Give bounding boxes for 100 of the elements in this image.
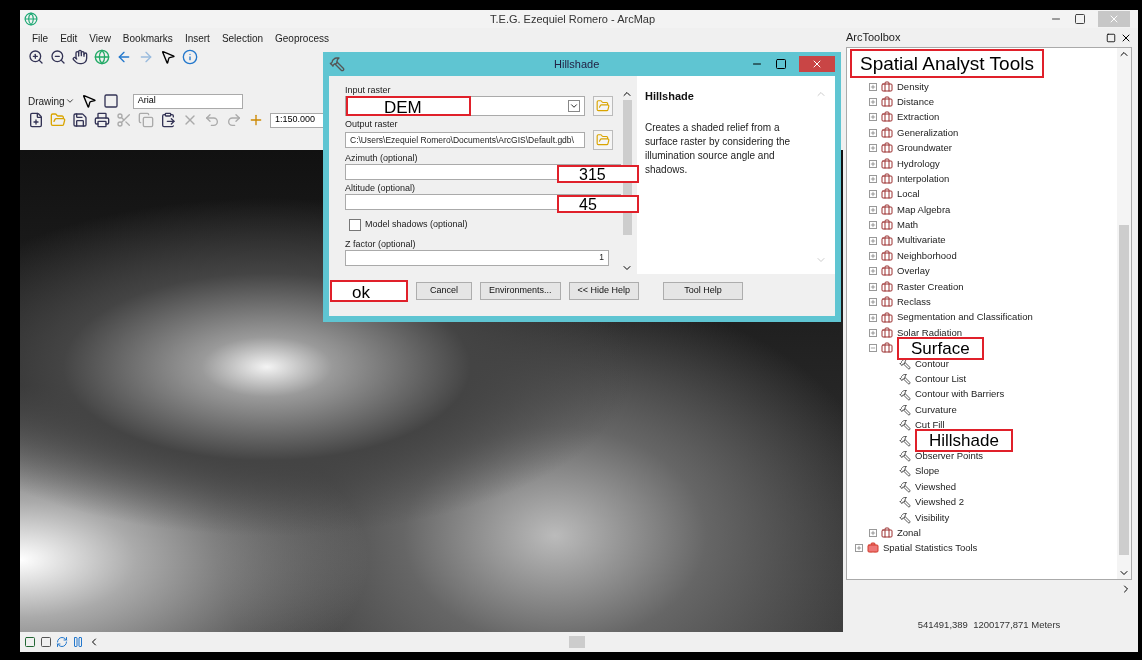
expand-toggle[interactable] xyxy=(869,282,877,291)
menu-item[interactable]: View xyxy=(89,30,111,46)
maximize-icon[interactable] xyxy=(775,58,787,70)
toolset-icon xyxy=(881,203,893,216)
tree-item[interactable]: Overlay xyxy=(897,264,930,279)
expand-toggle[interactable] xyxy=(869,529,877,537)
annotation-label: Surface xyxy=(897,336,984,360)
menu-item[interactable]: File xyxy=(32,30,49,46)
folder-button[interactable] xyxy=(593,96,613,116)
font-field[interactable]: Arial xyxy=(132,93,243,109)
tree-item[interactable]: Math xyxy=(897,218,919,233)
menu-item[interactable]: Selection xyxy=(221,30,264,46)
zoom-in-icon[interactable] xyxy=(28,49,44,65)
add-data-icon[interactable] xyxy=(248,112,264,128)
expand-toggle[interactable] xyxy=(869,175,877,184)
undo-icon[interactable] xyxy=(204,112,220,128)
tree-item[interactable]: Viewshed xyxy=(915,479,957,494)
expand-toggle[interactable] xyxy=(869,298,877,307)
folder-icon[interactable] xyxy=(50,112,66,128)
maximize-icon[interactable] xyxy=(1074,13,1086,25)
toolset-icon xyxy=(881,265,893,278)
tree-item[interactable]: Hydrology xyxy=(897,156,940,171)
expand-toggle[interactable] xyxy=(869,313,877,322)
save-icon[interactable] xyxy=(72,112,88,128)
tree-item[interactable]: Curvature xyxy=(915,402,957,417)
tree-item[interactable]: Zonal xyxy=(897,525,921,541)
tree-item[interactable]: Extraction xyxy=(897,110,940,125)
expand-toggle[interactable] xyxy=(869,205,877,214)
annotation-label: DEM xyxy=(346,96,471,116)
new-file-icon[interactable] xyxy=(28,112,44,128)
collapse-toggle[interactable] xyxy=(869,344,877,353)
refresh-icon[interactable] xyxy=(56,636,68,648)
dialog-button[interactable]: Tool Help xyxy=(663,282,744,300)
tree-item[interactable]: Raster Creation xyxy=(897,279,964,294)
info-icon[interactable] xyxy=(182,49,198,65)
close-icon xyxy=(811,58,823,70)
tree-item[interactable]: Map Algebra xyxy=(897,202,951,217)
tree-item[interactable]: Density xyxy=(897,79,929,94)
dialog-button[interactable]: << Hide Help xyxy=(568,282,640,300)
expand-toggle[interactable] xyxy=(869,252,877,260)
tree-item[interactable]: Spatial Statistics Tools xyxy=(883,541,978,556)
tree-item[interactable]: Distance xyxy=(897,94,934,110)
input-field[interactable]: C:\Users\Ezequiel Romero\Documents\ArcGIS\Default.gdb\ xyxy=(345,132,585,148)
dropdown-field[interactable]: DEM xyxy=(345,96,585,116)
menu-item[interactable]: Insert xyxy=(184,30,210,46)
tree-item[interactable]: Viewshed 2 xyxy=(915,495,964,510)
drawing-menu[interactable]: Drawing xyxy=(28,93,75,109)
print-icon[interactable] xyxy=(94,112,110,128)
globe-icon[interactable] xyxy=(94,49,110,65)
expand-toggle[interactable] xyxy=(869,98,877,107)
tree-item[interactable]: Contour with Barriers xyxy=(915,387,1005,402)
expand-toggle[interactable] xyxy=(869,267,877,276)
tree-item[interactable]: Local xyxy=(897,187,920,202)
app-icon xyxy=(24,12,38,26)
close-button[interactable] xyxy=(799,56,835,72)
expand-toggle[interactable] xyxy=(869,82,877,91)
dialog-button[interactable]: Environments... xyxy=(480,282,561,300)
scroll-thumb[interactable] xyxy=(622,100,632,235)
rectangle-icon[interactable] xyxy=(102,93,119,109)
tree-item[interactable]: Groundwater xyxy=(897,141,952,156)
maximize-icon[interactable] xyxy=(1106,32,1116,43)
copy-icon[interactable] xyxy=(138,112,154,128)
dialog-button[interactable]: Cancel xyxy=(416,282,472,300)
folder-button[interactable] xyxy=(593,130,613,150)
toolset-icon xyxy=(881,126,893,139)
tree-item[interactable]: Segmentation and Classification xyxy=(897,310,1033,325)
tree-item[interactable]: Neighborhood xyxy=(897,248,957,264)
expand-toggle[interactable] xyxy=(855,544,863,553)
tree-item[interactable]: Slope xyxy=(915,464,940,479)
expand-toggle[interactable] xyxy=(869,221,877,230)
tree-item[interactable]: Interpolation xyxy=(897,171,950,187)
hand-icon[interactable] xyxy=(72,49,88,65)
pause-icon[interactable] xyxy=(72,636,84,648)
expand-toggle[interactable] xyxy=(869,144,877,153)
toolset-icon xyxy=(881,311,893,324)
scroll-thumb[interactable] xyxy=(1119,225,1129,555)
tree-item[interactable]: Contour List xyxy=(915,372,967,387)
expand-toggle[interactable] xyxy=(869,328,877,337)
scroll-thumb[interactable] xyxy=(569,636,585,648)
tree-item[interactable]: Visibility xyxy=(915,510,950,525)
pointer-icon[interactable] xyxy=(160,49,176,65)
layout-icon[interactable] xyxy=(24,636,36,648)
expand-toggle[interactable] xyxy=(869,128,877,137)
menu-item[interactable]: Geoprocess xyxy=(275,30,329,46)
pointer-icon[interactable] xyxy=(80,93,97,109)
checkbox[interactable] xyxy=(349,218,361,231)
expand-toggle[interactable] xyxy=(869,236,877,245)
input-field[interactable]: 1 xyxy=(345,249,609,266)
tree-item[interactable]: Multivariate xyxy=(897,233,946,248)
expand-toggle[interactable] xyxy=(869,159,877,168)
tree-item[interactable]: Reclass xyxy=(897,295,931,310)
expand-toggle[interactable] xyxy=(869,190,877,199)
paste-icon[interactable] xyxy=(160,112,176,128)
menu-item[interactable]: Bookmarks xyxy=(122,30,173,46)
redo-icon[interactable] xyxy=(226,112,242,128)
zoom-out-icon[interactable] xyxy=(50,49,66,65)
expand-toggle[interactable] xyxy=(869,113,877,122)
menu-item[interactable]: Edit xyxy=(60,30,78,46)
tree-item[interactable]: Generalization xyxy=(897,125,959,140)
page-icon[interactable] xyxy=(40,636,52,648)
